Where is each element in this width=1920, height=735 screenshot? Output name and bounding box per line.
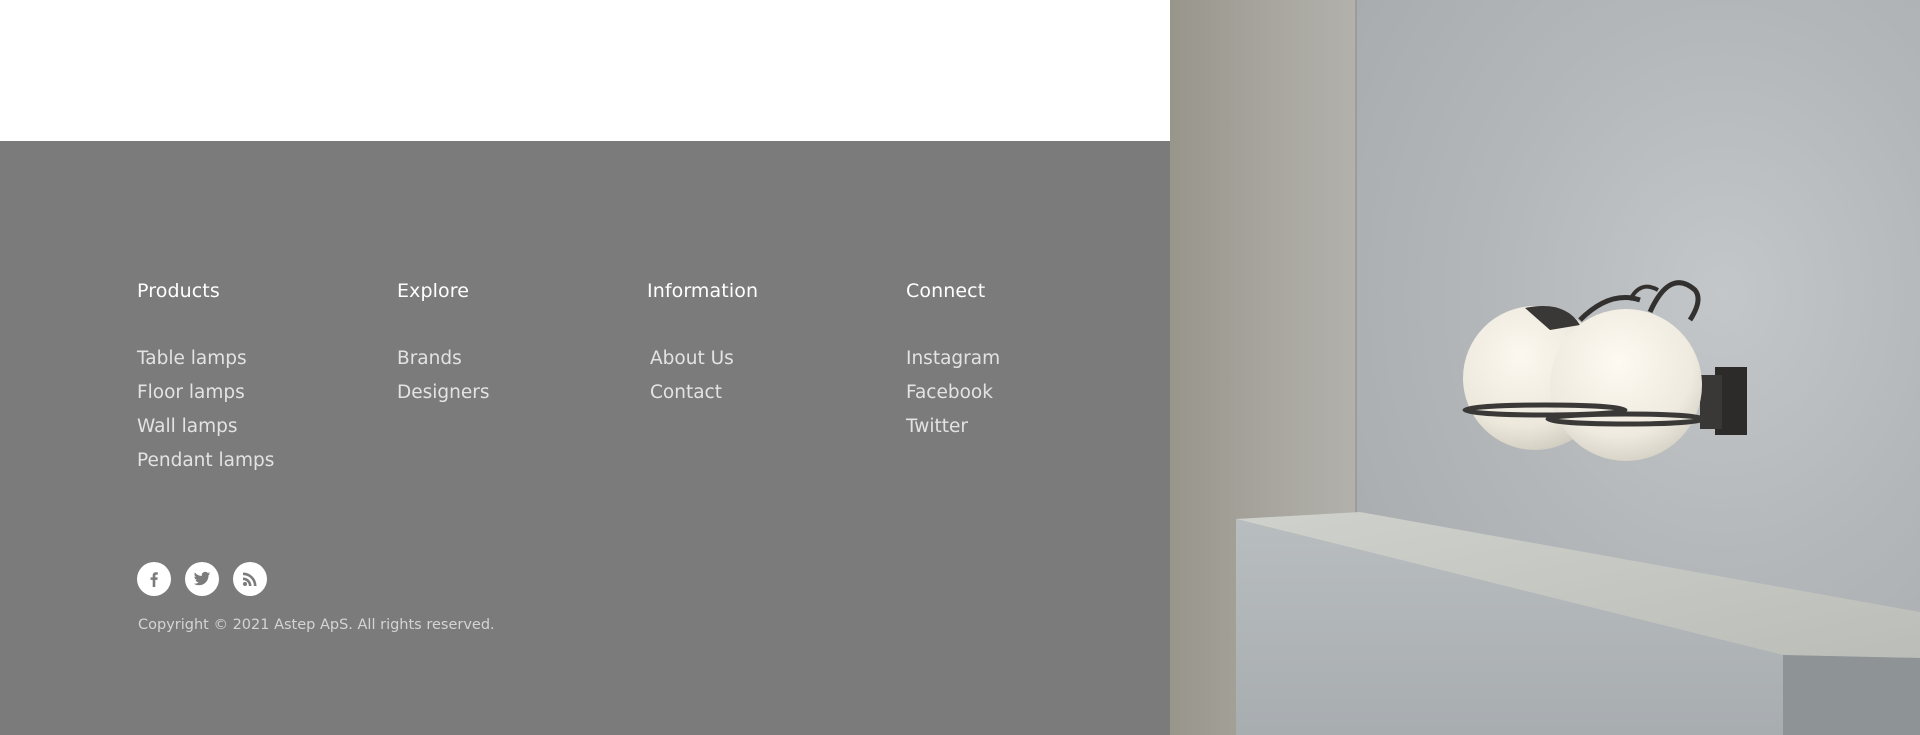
- copyright-text: Copyright © 2021 Astep ApS. All rights r…: [138, 617, 495, 633]
- twitter-icon: [193, 571, 211, 586]
- site-footer: Products Table lamps Floor lamps Wall la…: [0, 141, 1170, 735]
- footer-link-pendant-lamps[interactable]: Pendant lamps: [137, 444, 274, 478]
- footer-column-products: Products Table lamps Floor lamps Wall la…: [137, 280, 274, 478]
- facebook-social-button[interactable]: [137, 562, 171, 596]
- footer-column-connect: Connect Instagram Facebook Twitter: [906, 280, 1000, 444]
- footer-link-instagram[interactable]: Instagram: [906, 342, 1000, 376]
- footer-heading-connect: Connect: [906, 280, 986, 302]
- twitter-social-button[interactable]: [185, 562, 219, 596]
- social-links: [137, 562, 267, 596]
- footer-link-floor-lamps[interactable]: Floor lamps: [137, 376, 274, 410]
- facebook-icon: [150, 572, 158, 587]
- footer-link-contact[interactable]: Contact: [650, 376, 758, 410]
- footer-link-designers[interactable]: Designers: [397, 376, 490, 410]
- footer-column-information: Information About Us Contact: [647, 280, 758, 410]
- footer-link-brands[interactable]: Brands: [397, 342, 490, 376]
- footer-heading-explore: Explore: [397, 280, 469, 302]
- wall-lamp-photo: [1170, 0, 1920, 735]
- footer-column-explore: Explore Brands Designers: [397, 280, 490, 410]
- footer-heading-products: Products: [137, 280, 220, 302]
- footer-heading-information: Information: [647, 280, 759, 302]
- footer-link-wall-lamps[interactable]: Wall lamps: [137, 410, 274, 444]
- footer-link-table-lamps[interactable]: Table lamps: [137, 342, 274, 376]
- footer-link-facebook[interactable]: Facebook: [906, 376, 1000, 410]
- rss-icon: [243, 572, 257, 586]
- footer-link-about-us[interactable]: About Us: [650, 342, 758, 376]
- page-top-area: [0, 0, 1170, 141]
- rss-social-button[interactable]: [233, 562, 267, 596]
- lamp-illustration: [1236, 280, 1920, 735]
- footer-link-twitter[interactable]: Twitter: [906, 410, 1000, 444]
